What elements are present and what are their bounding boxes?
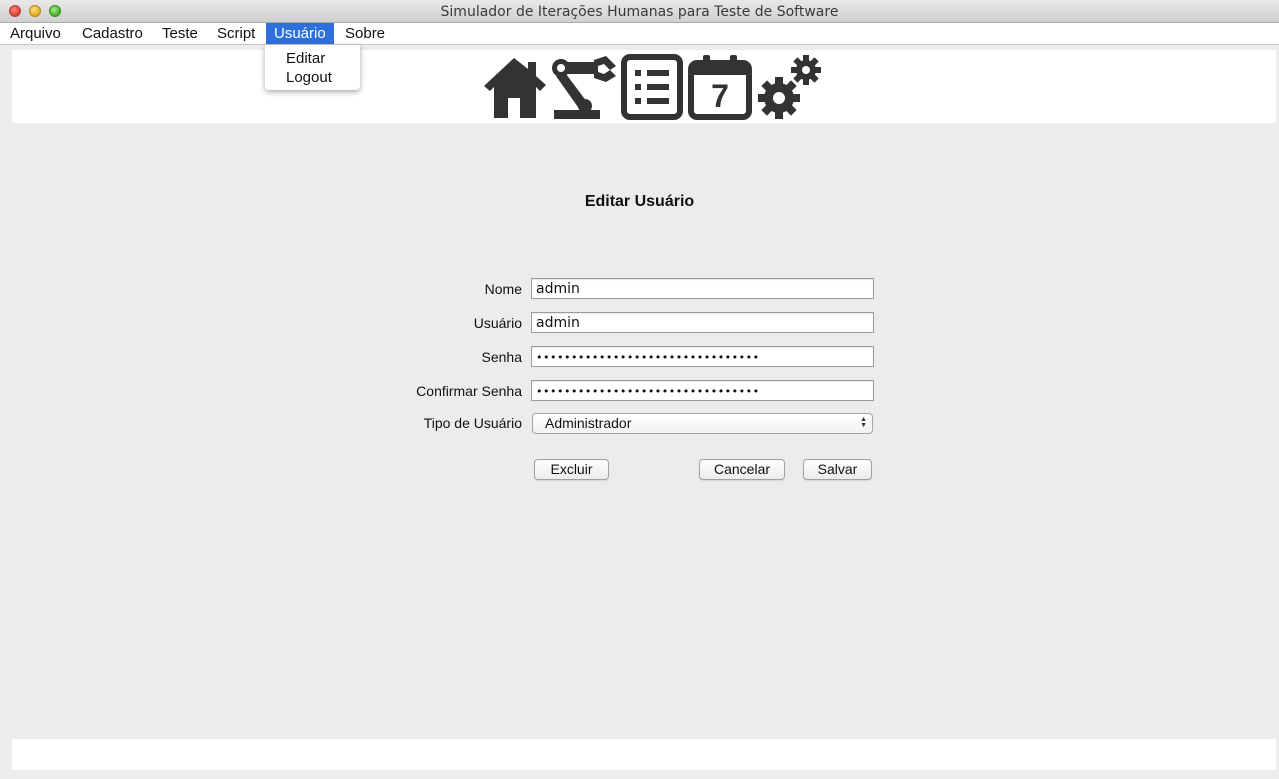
usuario-field[interactable]: admin: [531, 312, 874, 333]
menu-teste[interactable]: Teste: [154, 23, 206, 44]
excluir-button[interactable]: Excluir: [534, 459, 609, 480]
list-icon[interactable]: [621, 54, 683, 120]
page-title: Editar Usuário: [584, 193, 695, 210]
menu-item-editar[interactable]: Editar: [286, 50, 325, 67]
tipo-usuario-select[interactable]: Administrador ▲ ▼: [532, 413, 873, 434]
senha-field[interactable]: ••••••••••••••••••••••••••••••••: [531, 346, 874, 367]
menu-sobre[interactable]: Sobre: [337, 23, 393, 44]
nome-field[interactable]: admin: [531, 278, 874, 299]
menu-usuario[interactable]: Usuário: [266, 23, 334, 44]
menu-arquivo[interactable]: Arquivo: [2, 23, 69, 44]
status-panel: [12, 739, 1276, 770]
window-titlebar: Simulador de Iterações Humanas para Test…: [0, 0, 1279, 23]
usuario-dropdown-menu: Editar Logout: [265, 45, 360, 90]
menu-script[interactable]: Script: [209, 23, 263, 44]
toolbar-panel: 7: [12, 50, 1276, 123]
updown-arrows-icon: ▲ ▼: [860, 416, 867, 429]
gears-icon[interactable]: [757, 54, 823, 120]
usuario-label: Usuário: [473, 315, 522, 331]
confirmar-senha-label: Confirmar Senha: [416, 383, 522, 399]
menu-item-logout[interactable]: Logout: [286, 69, 332, 86]
senha-label: Senha: [481, 349, 522, 365]
salvar-button[interactable]: Salvar: [803, 459, 872, 480]
home-icon[interactable]: [482, 54, 546, 120]
confirmar-senha-field[interactable]: ••••••••••••••••••••••••••••••••: [531, 380, 874, 401]
nome-label: Nome: [484, 281, 522, 297]
robot-arm-icon[interactable]: [550, 54, 616, 120]
calendar-icon[interactable]: 7: [688, 54, 752, 120]
cancelar-button[interactable]: Cancelar: [699, 459, 785, 480]
tipo-usuario-label: Tipo de Usuário: [423, 415, 522, 431]
menubar: Arquivo Cadastro Teste Script Usuário So…: [0, 23, 1279, 45]
window-title: Simulador de Iterações Humanas para Test…: [440, 4, 839, 20]
menu-cadastro[interactable]: Cadastro: [74, 23, 151, 44]
tipo-usuario-value: Administrador: [545, 415, 632, 431]
calendar-day: 7: [711, 78, 729, 114]
